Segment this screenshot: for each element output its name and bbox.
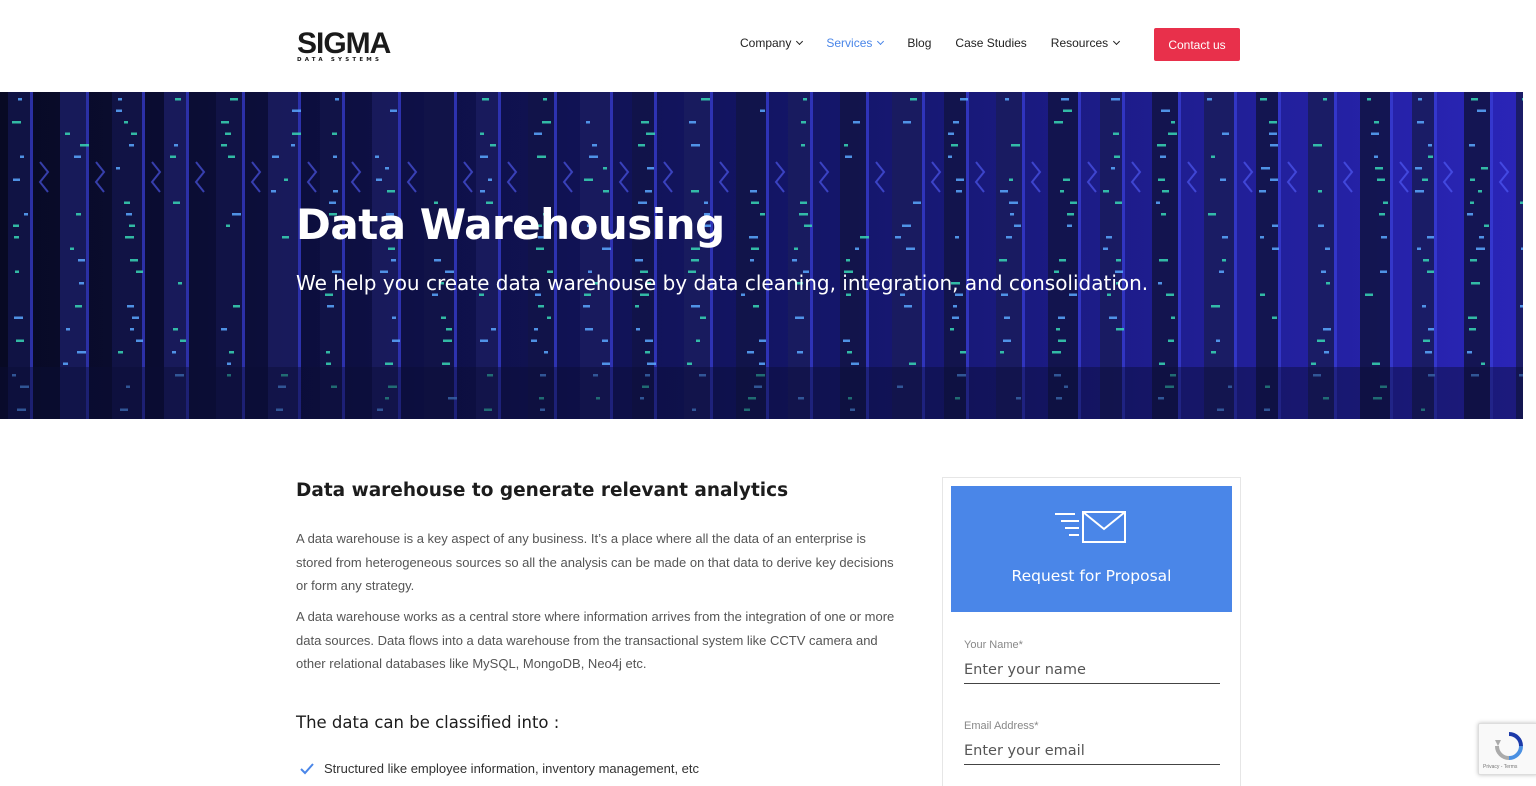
logo[interactable]: SIGMA DATA SYSTEMS: [297, 27, 397, 64]
form-banner: Request for Proposal: [951, 486, 1232, 612]
nav-label: Company: [740, 36, 792, 50]
nav-item-services[interactable]: Services: [826, 36, 885, 50]
logo-sub-text: DATA SYSTEMS: [297, 57, 383, 63]
email-input[interactable]: [964, 737, 1220, 765]
paragraph: A data warehouse works as a central stor…: [296, 609, 895, 671]
section-heading: Data warehouse to generate relevant anal…: [296, 480, 789, 501]
hero-subtitle: We help you create data warehouse by dat…: [296, 271, 1149, 295]
proposal-form: Request for Proposal Your Name* Email Ad…: [942, 477, 1241, 786]
hero-banner: Data Warehousing We help you create data…: [0, 92, 1523, 419]
classification-heading: The data can be classified into :: [296, 713, 560, 732]
classification-list: Structured like employee information, in…: [300, 761, 699, 776]
list-item: Structured like employee information, in…: [300, 761, 699, 776]
nav-item-company[interactable]: Company: [740, 36, 804, 50]
recaptcha-icon: [1495, 732, 1523, 760]
nav-label: Blog: [907, 36, 932, 50]
chevron-down-icon: [877, 37, 885, 46]
chevron-down-icon: [1113, 37, 1121, 46]
nav-item-blog[interactable]: Blog: [907, 36, 931, 50]
nav-label: Resources: [1050, 36, 1109, 50]
page-title: Data Warehousing: [296, 200, 725, 249]
nav-label: Services: [826, 36, 873, 50]
site-header: SIGMA DATA SYSTEMS Company Services Blog…: [0, 0, 1536, 92]
check-icon: [300, 762, 314, 774]
recaptcha-badge[interactable]: Privacy - Terms: [1478, 723, 1536, 775]
mail-icon: [1055, 511, 1126, 543]
server-room-background: [0, 92, 1523, 419]
chevron-down-icon: [796, 37, 804, 46]
list-item-text: Structured like employee information, in…: [324, 761, 700, 776]
name-input[interactable]: [964, 656, 1220, 684]
main-nav: Company Services Blog Case Studies Resou…: [740, 36, 1143, 50]
email-label: Email Address*: [964, 720, 1039, 732]
recaptcha-text: Privacy - Terms: [1483, 764, 1518, 770]
nav-item-case-studies[interactable]: Case Studies: [955, 36, 1026, 50]
form-title: Request for Proposal: [1011, 567, 1172, 585]
name-label: Your Name*: [964, 639, 1023, 651]
nav-item-resources[interactable]: Resources: [1050, 36, 1121, 50]
contact-us-button[interactable]: Contact us: [1154, 28, 1240, 61]
logo-main-text: SIGMA: [297, 27, 391, 60]
paragraph: A data warehouse is a key aspect of any …: [296, 531, 894, 593]
nav-label: Case Studies: [955, 36, 1027, 50]
